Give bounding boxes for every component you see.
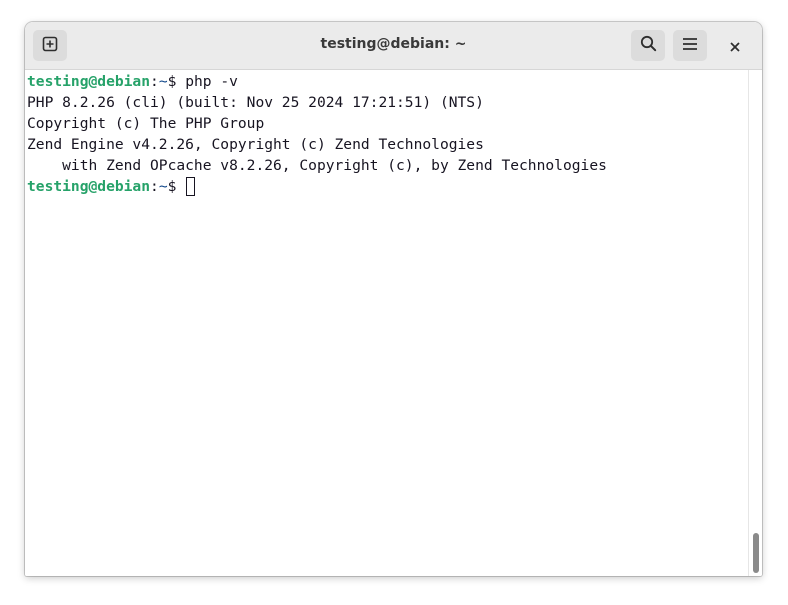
vertical-scrollbar[interactable] (748, 70, 762, 576)
command-text: php -v (185, 73, 238, 90)
output-line: Zend Engine v4.2.26, Copyright (c) Zend … (27, 136, 484, 153)
close-icon (730, 37, 740, 56)
output-line: with Zend OPcache v8.2.26, Copyright (c)… (27, 157, 607, 174)
prompt-symbol: $ (167, 178, 186, 195)
active-prompt-line: testing@debian:~$ (27, 176, 748, 197)
scrollbar-thumb[interactable] (753, 533, 759, 573)
output-line: PHP 8.2.26 (cli) (built: Nov 25 2024 17:… (27, 94, 484, 111)
terminal-output-area[interactable]: testing@debian:~$ php -v PHP 8.2.26 (cli… (25, 70, 748, 576)
prompt-colon: : (150, 73, 159, 90)
prompt-user: testing@debian (27, 178, 151, 195)
terminal-window: testing@debian: ~ testing@debian:~$ php … (25, 22, 762, 576)
command-line: testing@debian:~$ php -v (27, 71, 748, 92)
prompt-path: ~ (158, 178, 168, 195)
prompt-user: testing@debian (27, 73, 151, 90)
search-icon (640, 35, 657, 56)
prompt-path: ~ (158, 73, 168, 90)
prompt-symbol: $ (167, 73, 186, 90)
main-menu-button[interactable] (673, 30, 707, 61)
headerbar: testing@debian: ~ (25, 22, 762, 70)
hamburger-menu-icon (682, 36, 698, 55)
search-button[interactable] (631, 30, 665, 61)
output-line: Copyright (c) The PHP Group (27, 115, 265, 132)
close-button[interactable] (723, 34, 747, 58)
text-cursor (186, 177, 196, 196)
prompt-colon: : (150, 178, 159, 195)
